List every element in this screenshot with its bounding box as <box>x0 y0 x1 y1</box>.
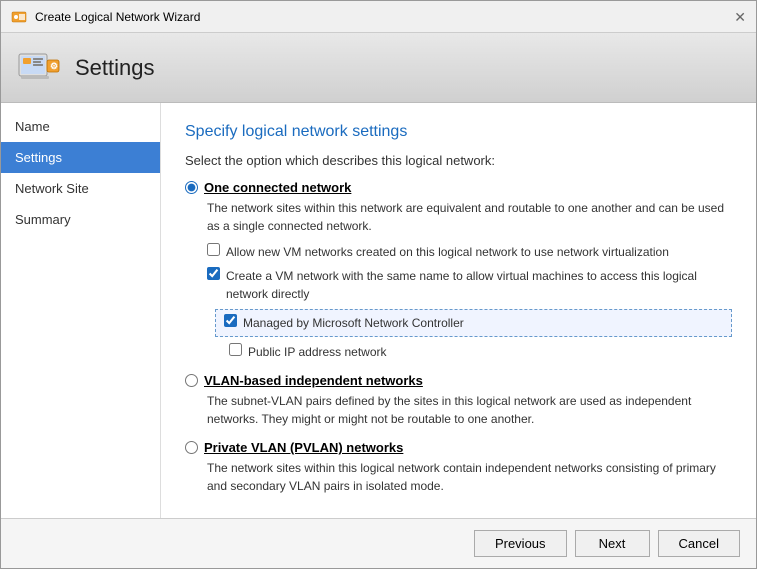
checkbox-managed-ms[interactable] <box>224 314 237 327</box>
option-vlan-based: VLAN-based independent networks The subn… <box>185 373 732 428</box>
vlan-description: The subnet-VLAN pairs defined by the sit… <box>207 392 732 428</box>
checkbox-public-ip-label[interactable]: Public IP address network <box>248 343 387 361</box>
radio-vlan-text: VLAN-based independent networks <box>204 373 423 388</box>
checkbox-create-vm-label[interactable]: Create a VM network with the same name t… <box>226 267 732 303</box>
header-icon: ⚙ <box>17 46 61 90</box>
content-area: Name Settings Network Site Summary Speci… <box>1 103 756 518</box>
radio-vlan[interactable] <box>185 374 198 387</box>
dialog-window: Create Logical Network Wizard ✕ ⚙ Settin… <box>0 0 757 569</box>
instruction-text: Select the option which describes this l… <box>185 153 732 168</box>
radio-pvlan[interactable] <box>185 441 198 454</box>
option-one-connected: One connected network The network sites … <box>185 180 732 361</box>
title-bar-left: Create Logical Network Wizard <box>11 9 200 25</box>
close-button[interactable]: ✕ <box>734 10 746 24</box>
svg-text:⚙: ⚙ <box>50 61 58 71</box>
main-content: Specify logical network settings Select … <box>161 103 756 518</box>
footer: Previous Next Cancel <box>1 518 756 568</box>
radio-one-connected-text: One connected network <box>204 180 351 195</box>
checkbox-create-vm[interactable] <box>207 267 220 280</box>
radio-one-connected[interactable] <box>185 181 198 194</box>
header-title: Settings <box>75 55 155 81</box>
option-pvlan: Private VLAN (PVLAN) networks The networ… <box>185 440 732 495</box>
previous-button[interactable]: Previous <box>474 530 567 557</box>
radio-pvlan-text: Private VLAN (PVLAN) networks <box>204 440 403 455</box>
checkbox-allow-new-vm-row: Allow new VM networks created on this lo… <box>207 243 732 261</box>
checkbox-managed-ms-row: Managed by Microsoft Network Controller <box>215 309 732 337</box>
wizard-icon <box>11 9 27 25</box>
next-button[interactable]: Next <box>575 530 650 557</box>
checkbox-managed-ms-label[interactable]: Managed by Microsoft Network Controller <box>243 314 464 332</box>
checkbox-allow-new-vm[interactable] <box>207 243 220 256</box>
checkbox-public-ip[interactable] <box>229 343 242 356</box>
pvlan-description: The network sites within this logical ne… <box>207 459 732 495</box>
title-bar-text: Create Logical Network Wizard <box>35 10 200 24</box>
sidebar-item-settings[interactable]: Settings <box>1 142 160 173</box>
sidebar: Name Settings Network Site Summary <box>1 103 161 518</box>
header-banner: ⚙ Settings <box>1 33 756 103</box>
cancel-button[interactable]: Cancel <box>658 530 740 557</box>
sidebar-item-name[interactable]: Name <box>1 111 160 142</box>
title-bar: Create Logical Network Wizard ✕ <box>1 1 756 33</box>
section-title: Specify logical network settings <box>185 123 732 141</box>
sidebar-item-network-site[interactable]: Network Site <box>1 173 160 204</box>
sidebar-item-summary[interactable]: Summary <box>1 204 160 235</box>
radio-one-connected-label[interactable]: One connected network <box>185 180 732 195</box>
one-connected-description: The network sites within this network ar… <box>207 199 732 235</box>
radio-vlan-label[interactable]: VLAN-based independent networks <box>185 373 732 388</box>
radio-pvlan-label[interactable]: Private VLAN (PVLAN) networks <box>185 440 732 455</box>
checkbox-create-vm-row: Create a VM network with the same name t… <box>207 267 732 303</box>
checkbox-public-ip-row: Public IP address network <box>229 343 732 361</box>
checkbox-allow-new-vm-label[interactable]: Allow new VM networks created on this lo… <box>226 243 669 261</box>
